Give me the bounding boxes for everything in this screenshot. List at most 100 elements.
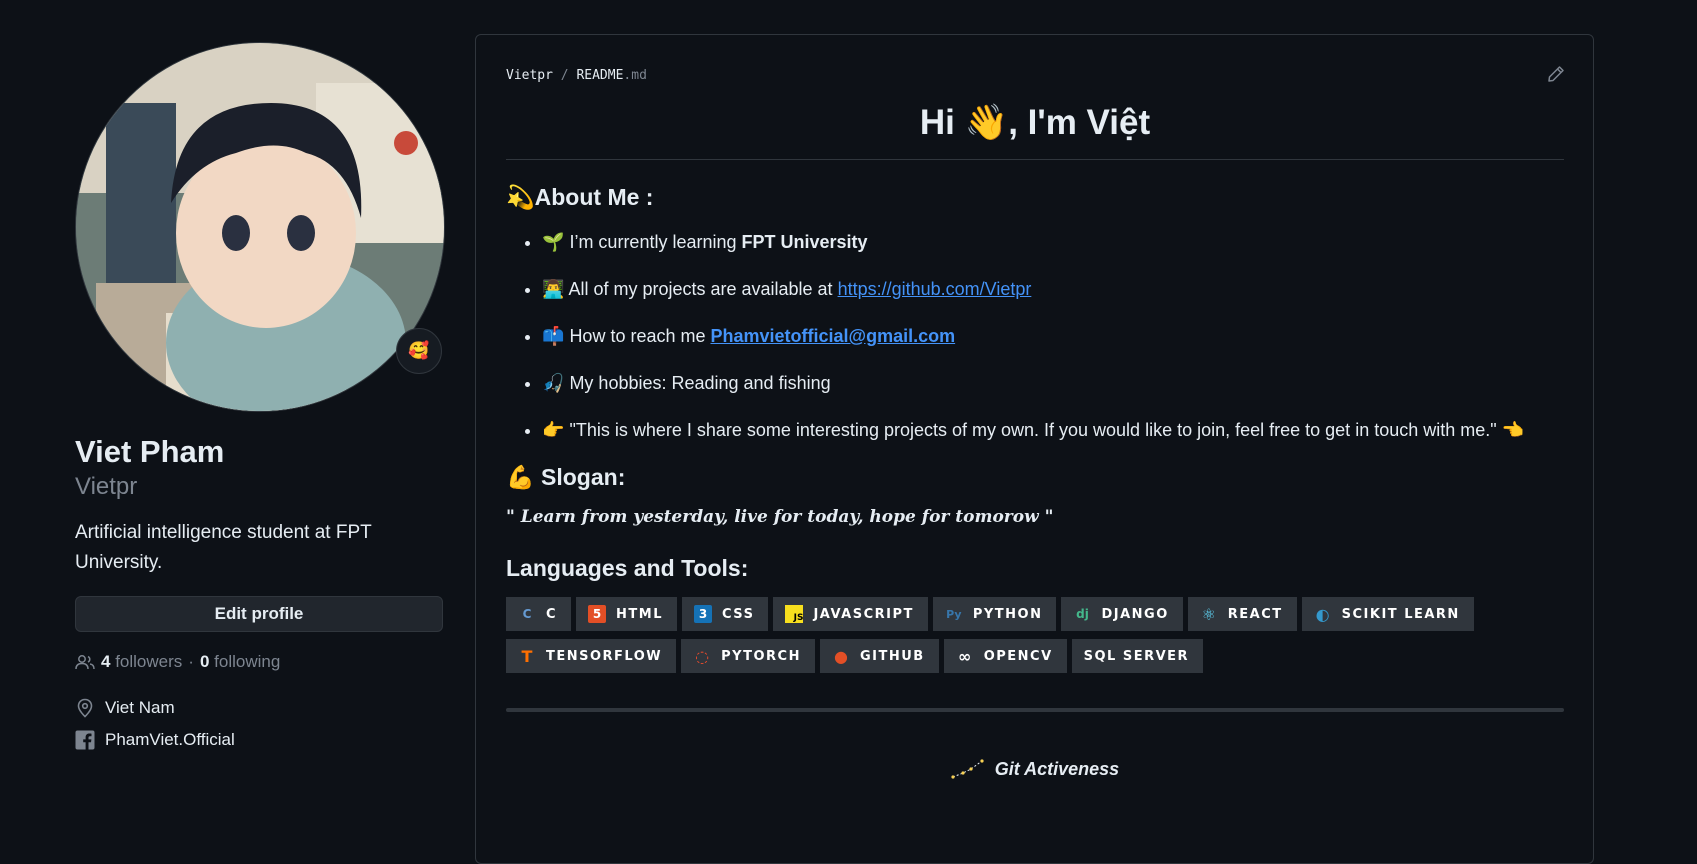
edit-profile-button[interactable]: Edit profile (75, 596, 443, 632)
badge-label: PYTHON (972, 606, 1043, 622)
slogan-open-quote: " (506, 507, 521, 527)
breadcrumb-owner-link[interactable]: Vietpr (506, 68, 553, 83)
follow-stats: 4 followers · 0 following (75, 652, 445, 672)
edit-readme-button[interactable] (1547, 65, 1565, 88)
tools-heading: Languages and Tools: (506, 555, 749, 581)
breadcrumb-file-ext: .md (623, 68, 647, 83)
tools-badges: CC 5 HTML 3 CSS JS JAVASCRIPT Py PYTHON dj DJ… (506, 597, 1506, 673)
about-heading: 💫About Me : (506, 182, 1564, 213)
badge-python[interactable]: Py PYTHON (932, 597, 1057, 631)
list-item: 👨‍💻 All of my projects are available at … (542, 274, 1564, 305)
avatar-container: 🥰 (75, 42, 445, 412)
about-list: 🌱 I’m currently learning FPT University … (506, 227, 1564, 446)
status-emoji-icon: 🥰 (408, 341, 430, 361)
badge-sql-server[interactable]: SQL SERVER (1071, 639, 1204, 673)
pointing-right-icon: 👉 (542, 420, 565, 441)
list-item-text: How to reach me (569, 326, 711, 346)
fishing-icon: 🎣 (542, 373, 565, 394)
profile-username: Vietpr (75, 473, 138, 500)
c-icon: C (522, 607, 532, 621)
react-icon: ⚛ (1201, 604, 1216, 624)
list-item-text: I’m currently learning (569, 232, 742, 252)
facebook-icon (75, 730, 95, 750)
location-text: Viet Nam (105, 698, 175, 717)
list-item-text: My hobbies: Reading and fishing (569, 373, 831, 393)
profile-fullname: Viet Pham (75, 434, 225, 469)
email-link[interactable]: Phamvietofficial@gmail.com (711, 326, 956, 346)
badge-label: PYTORCH (721, 648, 801, 664)
css3-icon: 3 (694, 605, 713, 623)
github-icon: ● (833, 646, 848, 666)
mailbox-icon: 📫 (542, 326, 565, 347)
pytorch-icon: ◌ (695, 646, 710, 666)
tensorflow-icon: T (521, 646, 533, 666)
readme-content: Hi 👋, I'm Việt 💫About Me : 🌱 I’m current… (506, 93, 1564, 780)
following-count: 0 (199, 652, 210, 671)
badge-react[interactable]: ⚛ REACT (1187, 597, 1297, 631)
list-item: 🎣 My hobbies: Reading and fishing (542, 368, 1564, 399)
badge-css[interactable]: 3 CSS (682, 597, 769, 631)
list-item-text: All of my projects are available at (568, 279, 838, 299)
profile-sidebar: 🥰 Viet Pham Vietpr Artificial intelligen… (75, 42, 445, 756)
following-link[interactable]: 0 following (200, 652, 280, 672)
people-icon (75, 655, 95, 670)
badge-label: REACT (1227, 606, 1283, 622)
django-icon: dj (1076, 607, 1089, 621)
list-item: 👉 "This is where I share some interestin… (542, 415, 1564, 446)
slogan-close-quote: " (1038, 507, 1054, 527)
avatar[interactable] (75, 42, 445, 412)
git-activeness-label: Git Activeness (994, 758, 1120, 779)
badge-label: OPENCV (983, 648, 1053, 664)
badge-pytorch[interactable]: ◌ PYTORCH (681, 639, 815, 673)
readme-panel: Vietpr / README.md Hi 👋, I'm Việt 💫About… (475, 34, 1594, 864)
slogan-heading: 💪 Slogan: (506, 462, 1564, 493)
list-item: 📫 How to reach me Phamvietofficial@gmail… (542, 321, 1564, 352)
location-row: Viet Nam (75, 692, 445, 724)
slogan-quote: Learn from yesterday, live for today, ho… (520, 507, 1039, 527)
scikit-learn-icon: ◐ (1315, 604, 1330, 624)
badge-tensorflow[interactable]: T TENSORFLOW (506, 639, 677, 673)
profile-details: Viet Nam PhamViet.Official (75, 692, 445, 756)
badge-scikit-learn[interactable]: ◐ SCIKIT LEARN (1301, 597, 1474, 631)
profile-bio: Artificial intelligence student at FPT U… (75, 522, 372, 573)
badge-label: GITHUB (859, 648, 925, 664)
badge-html[interactable]: 5 HTML (576, 597, 678, 631)
readme-title: Hi 👋, I'm Việt (506, 93, 1564, 160)
badge-opencv[interactable]: ∞ OPENCV (943, 639, 1067, 673)
facebook-link[interactable]: PhamViet.Official (105, 730, 235, 750)
list-item-bold: FPT University (741, 232, 868, 252)
facebook-row: PhamViet.Official (75, 724, 445, 756)
badge-github[interactable]: ● GITHUB (819, 639, 939, 673)
pencil-icon (1548, 66, 1564, 82)
badge-javascript[interactable]: JS JAVASCRIPT (773, 597, 928, 631)
python-icon: Py (946, 607, 962, 621)
followers-label: followers (115, 652, 183, 671)
flexed-biceps-icon: 💪 (506, 465, 535, 491)
following-label: following (214, 652, 281, 671)
seedling-icon: 🌱 (542, 232, 565, 253)
avatar-illustration (76, 43, 444, 411)
sparkle-chart-icon (951, 759, 984, 779)
badge-label: CSS (722, 606, 755, 622)
followers-count: 4 (101, 652, 111, 671)
badge-label: SCIKIT LEARN (1341, 606, 1460, 622)
badge-label: TENSORFLOW (546, 648, 663, 664)
badge-c[interactable]: CC (506, 597, 572, 631)
location-icon (77, 698, 93, 718)
badge-label: C (546, 606, 558, 622)
follow-separator: · (188, 652, 194, 671)
html5-icon: 5 (588, 605, 607, 623)
followers-link[interactable]: 4 followers (101, 652, 182, 672)
badge-django[interactable]: dj DJANGO (1061, 597, 1183, 631)
badge-label: JAVASCRIPT (813, 606, 914, 622)
badge-label: SQL SERVER (1083, 648, 1190, 664)
javascript-icon: JS (785, 605, 804, 623)
badge-label: HTML (616, 606, 664, 622)
badge-label: DJANGO (1101, 606, 1169, 622)
git-activeness-heading: Git Activeness (506, 758, 1564, 780)
slogan-text: " Learn from yesterday, live for today, … (506, 507, 1564, 527)
status-emoji-button[interactable]: 🥰 (396, 328, 442, 374)
title-pre: Hi (919, 103, 965, 142)
dizzy-icon: 💫 (506, 185, 535, 211)
github-link[interactable]: https://github.com/Vietpr (838, 279, 1032, 299)
